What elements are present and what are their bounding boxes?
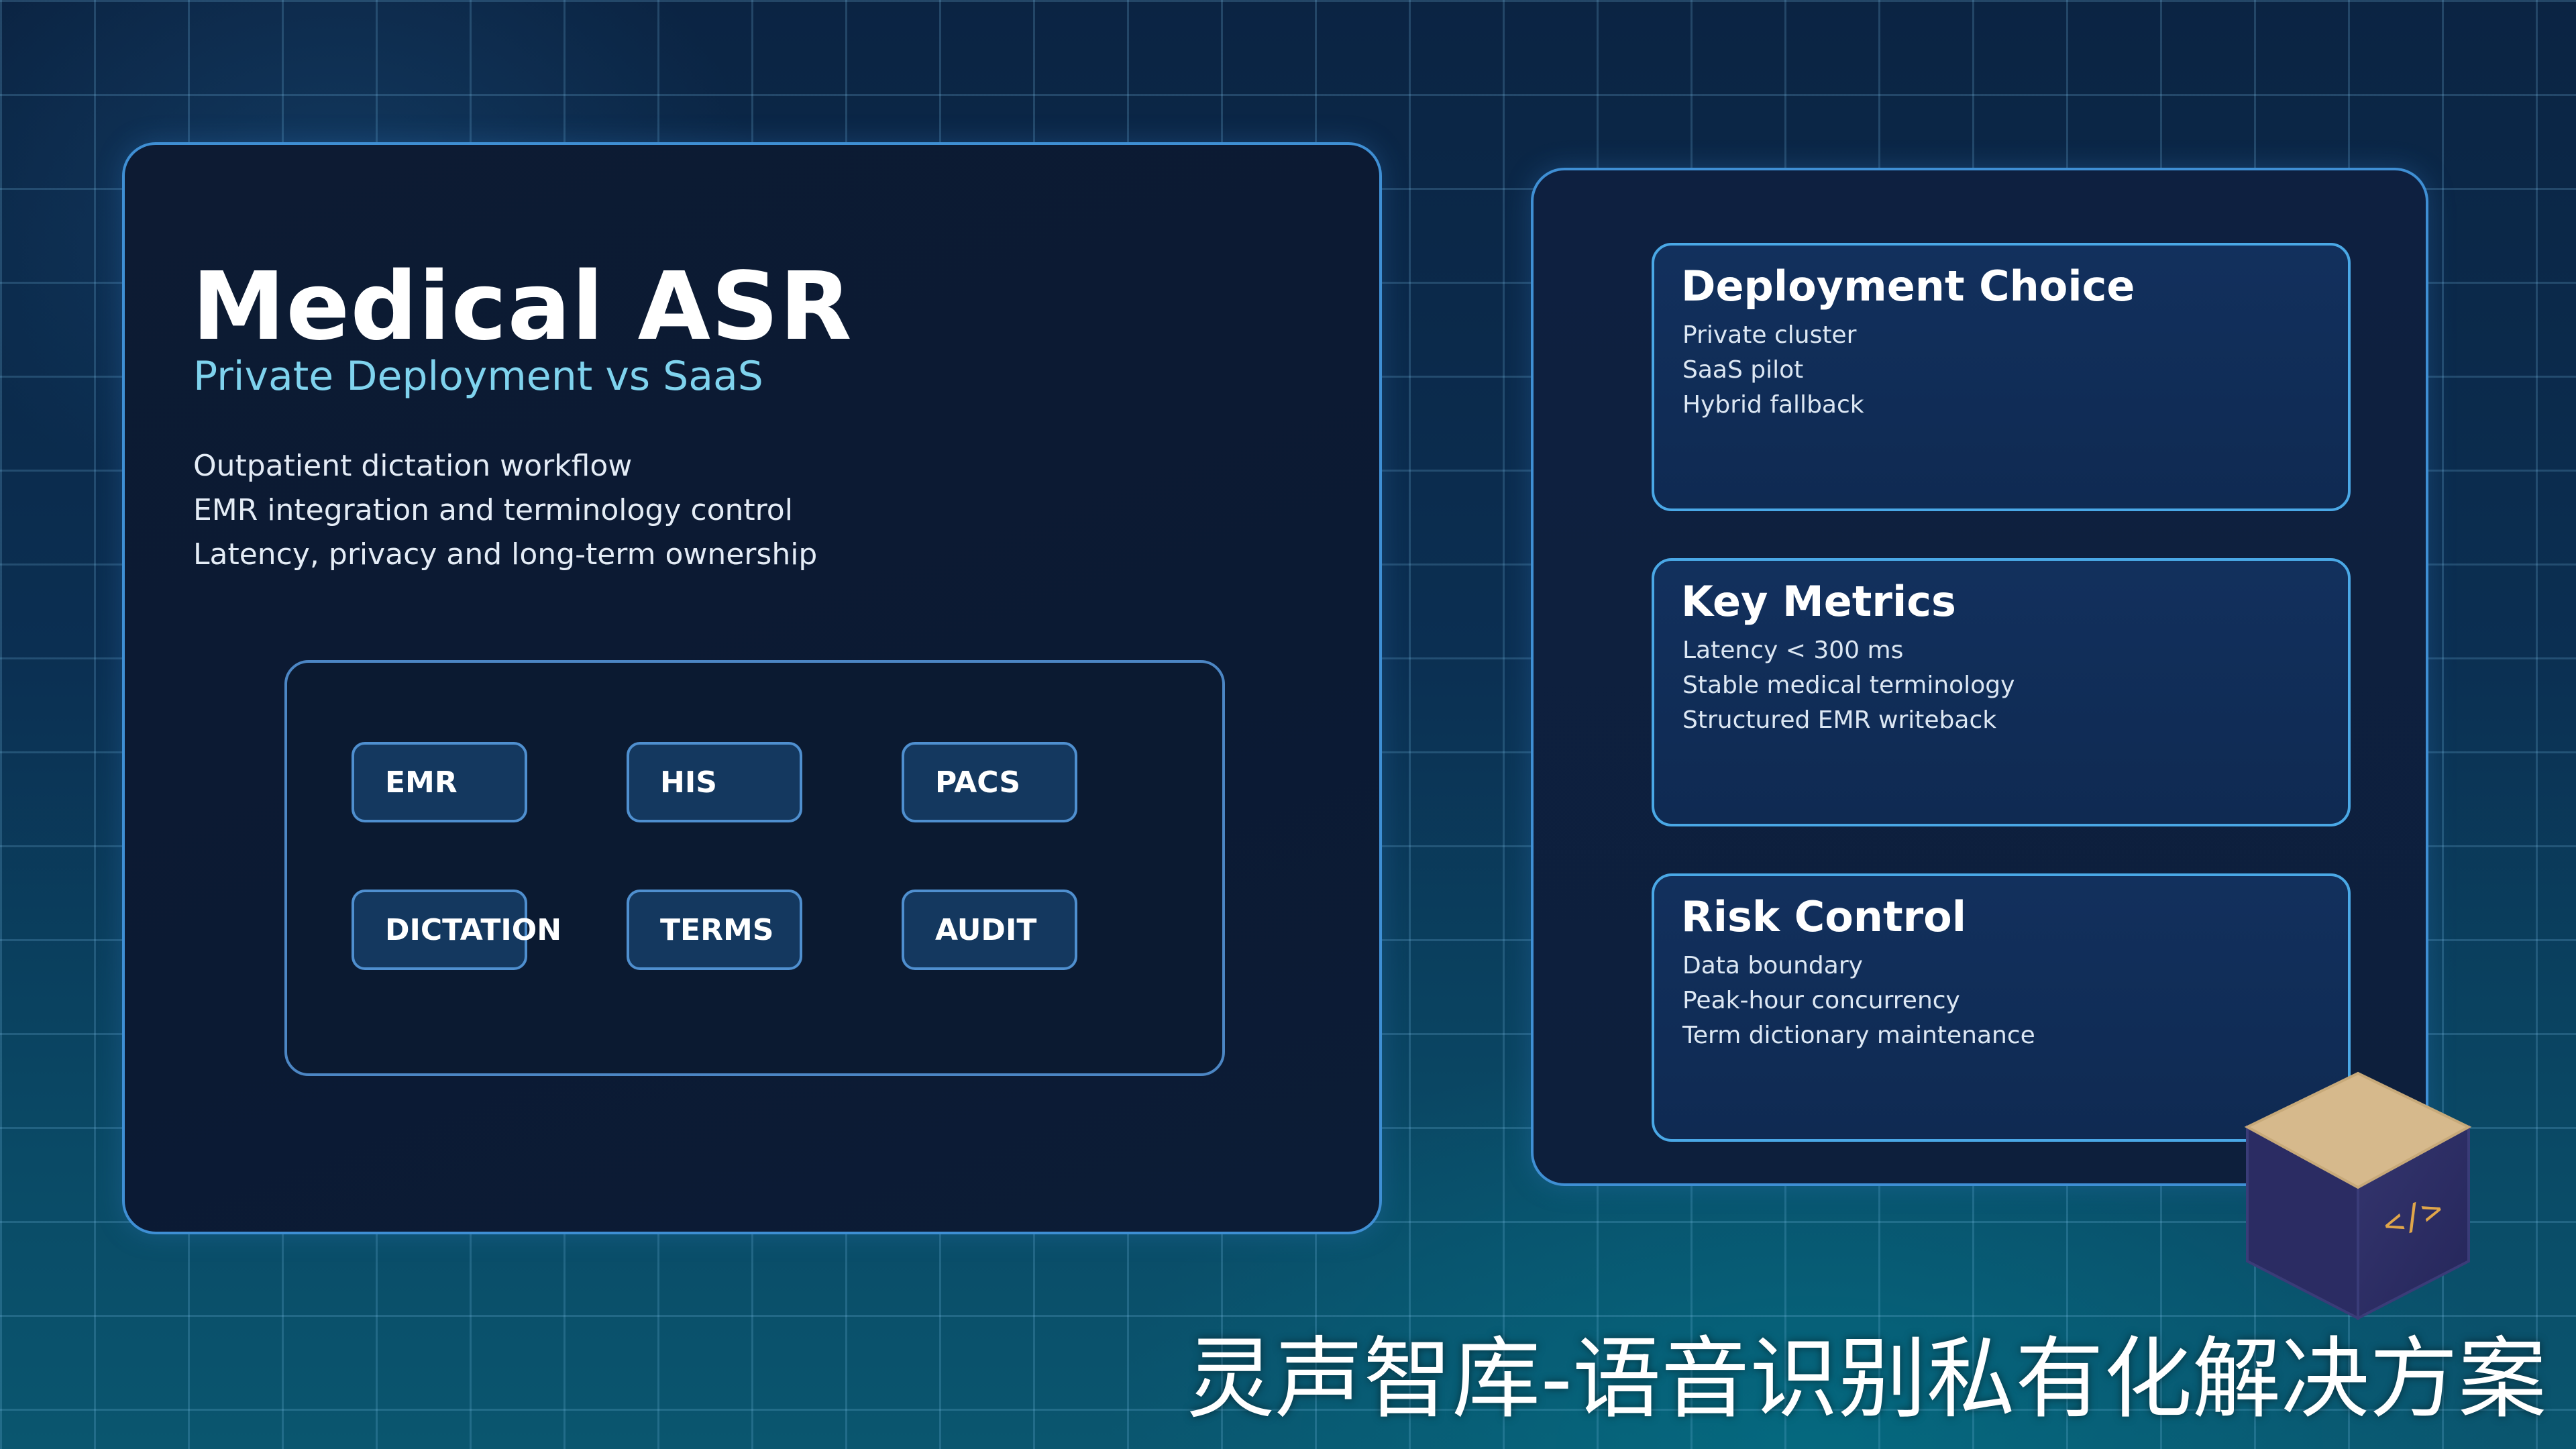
- system-tags-group: EMR HIS PACS DICTATION TERMS AUDIT: [284, 660, 1225, 1076]
- tag-audit[interactable]: AUDIT: [902, 890, 1077, 970]
- card-key-metrics[interactable]: Key Metrics Latency < 300 ms Stable medi…: [1652, 558, 2351, 826]
- tag-dictation[interactable]: DICTATION: [352, 890, 561, 970]
- card-list-item: Latency < 300 ms: [1682, 637, 1904, 664]
- code-cube-icon: </>: [2244, 1071, 2472, 1321]
- page-title: Medical ASR: [192, 252, 853, 362]
- card-deployment-choice[interactable]: Deployment Choice Private cluster SaaS p…: [1652, 243, 2351, 511]
- details-panel: Deployment Choice Private cluster SaaS p…: [1531, 168, 2428, 1186]
- card-list-item: Stable medical terminology: [1682, 672, 2015, 699]
- card-list: Private cluster SaaS pilot Hybrid fallba…: [1682, 318, 1864, 423]
- footer-caption: 灵声智库-语音识别私有化解决方案: [1186, 1328, 2546, 1431]
- tag-terms[interactable]: TERMS: [627, 890, 802, 970]
- page-subtitle: Private Deployment vs SaaS: [193, 353, 763, 400]
- card-title: Deployment Choice: [1681, 262, 2135, 311]
- card-list: Data boundary Peak-hour concurrency Term…: [1682, 949, 2035, 1053]
- card-list-item: Structured EMR writeback: [1682, 706, 1997, 734]
- card-list-item: Hybrid fallback: [1682, 391, 1864, 419]
- tag-emr[interactable]: EMR: [352, 742, 527, 822]
- card-title: Key Metrics: [1681, 577, 1956, 626]
- card-list-item: Data boundary: [1682, 952, 1863, 979]
- feature-item: Outpatient dictation workflow: [193, 449, 633, 483]
- tag-pacs[interactable]: PACS: [902, 742, 1077, 822]
- card-list-item: Term dictionary maintenance: [1682, 1022, 2035, 1049]
- card-list-item: Private cluster: [1682, 321, 1857, 349]
- card-list-item: Peak-hour concurrency: [1682, 987, 1960, 1014]
- tag-his[interactable]: HIS: [627, 742, 802, 822]
- feature-item: Latency, privacy and long-term ownership: [193, 537, 818, 572]
- card-list: Latency < 300 ms Stable medical terminol…: [1682, 633, 2015, 738]
- card-list-item: SaaS pilot: [1682, 356, 1804, 384]
- card-title: Risk Control: [1681, 892, 1967, 941]
- feature-item: EMR integration and terminology control: [193, 493, 793, 527]
- feature-list: Outpatient dictation workflow EMR integr…: [193, 444, 817, 577]
- overview-panel: Medical ASR Private Deployment vs SaaS O…: [122, 142, 1382, 1234]
